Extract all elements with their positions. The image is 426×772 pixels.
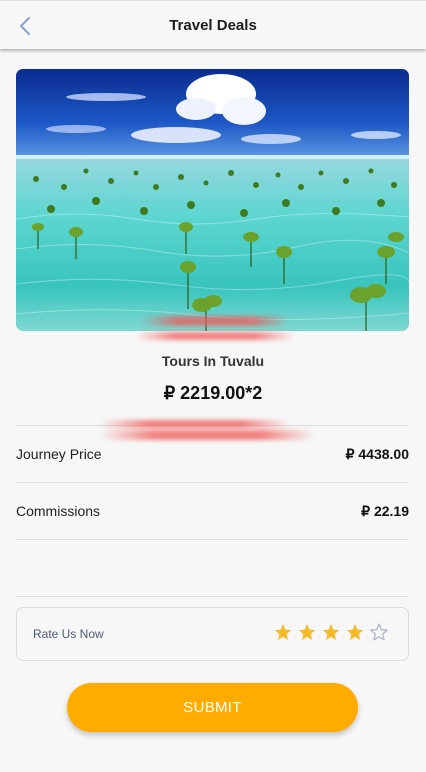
divider: [16, 482, 409, 483]
redaction-mark: [100, 420, 290, 428]
commissions-label: Commissions: [16, 503, 101, 519]
star-filled-icon[interactable]: [346, 623, 364, 641]
page-title: Travel Deals: [169, 17, 257, 34]
tour-name: Tours In Tuvalu: [161, 353, 265, 369]
redaction-mark: [100, 430, 315, 440]
top-bar: Travel Deals: [0, 0, 426, 49]
deal-image: [16, 69, 409, 331]
star-filled-icon[interactable]: [274, 623, 292, 641]
journey-price-label: Journey Price: [16, 446, 102, 462]
submit-button[interactable]: SUBMIT: [67, 683, 358, 732]
star-empty-icon[interactable]: [370, 623, 388, 641]
star-rating[interactable]: [274, 623, 388, 641]
redaction-mark: [140, 316, 290, 326]
journey-price-value: ₽ 4438.00: [345, 446, 409, 462]
rating-card: Rate Us Now: [16, 607, 409, 661]
star-filled-icon[interactable]: [322, 623, 340, 641]
commissions-value: ₽ 22.19: [361, 503, 409, 519]
divider: [16, 539, 409, 540]
divider: [16, 596, 409, 597]
rate-us-label: Rate Us Now: [33, 627, 104, 641]
star-filled-icon[interactable]: [298, 623, 316, 641]
redaction-mark: [135, 332, 295, 340]
tour-price: ₽ 2219.00*2: [163, 383, 263, 403]
